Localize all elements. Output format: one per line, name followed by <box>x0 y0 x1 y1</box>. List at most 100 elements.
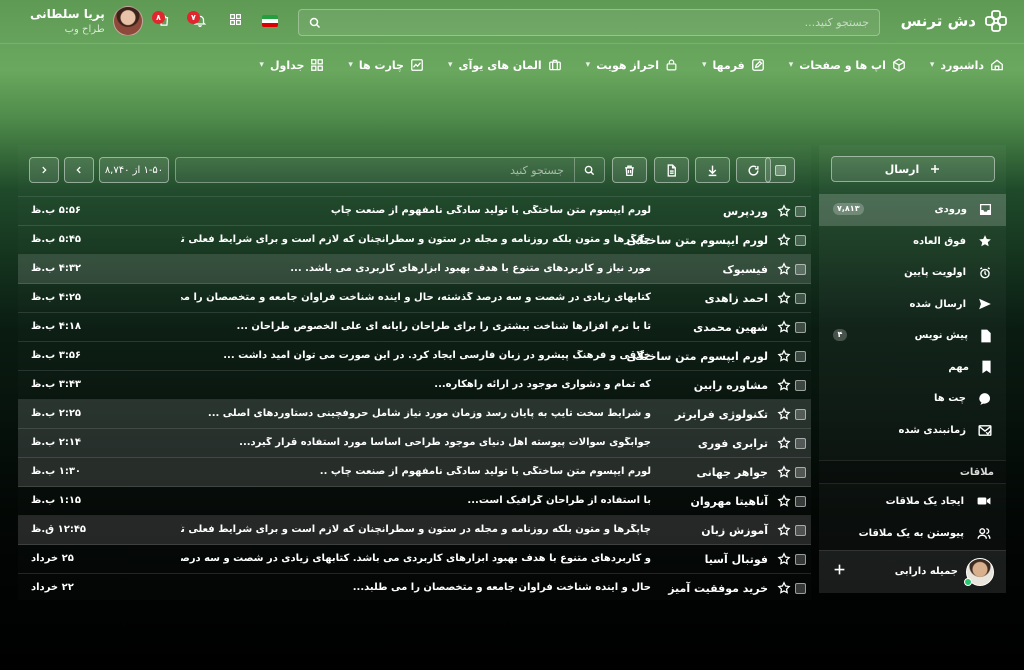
sidebar-item-folder[interactable]: پیش نویس ۴ <box>819 320 1006 352</box>
table-row[interactable]: خرید موفقیت آمیز حال و آینده شناخت فراوان… <box>18 574 811 600</box>
table-row[interactable]: شهین محمدی تا با نرم افزارها شناخت بیشتری… <box>18 313 811 342</box>
star-icon[interactable] <box>777 349 791 363</box>
star-icon[interactable] <box>777 581 791 595</box>
avatar[interactable] <box>112 6 143 36</box>
email-toolbar: ۱-۵۰ از ۸,۷۴۰ جستجو کنید <box>18 145 811 197</box>
row-checkbox[interactable] <box>795 293 806 304</box>
row-checkbox[interactable] <box>795 554 806 565</box>
table-row[interactable]: لورم ایپسوم متن ساختگی چاپگرها و متون بلک… <box>18 226 811 255</box>
table-row[interactable]: آموزش زبان چاپگرها و متون بلکه روزنامه و … <box>18 516 811 545</box>
table-row[interactable]: وردپرس لورم ایپسوم متن ساختگی با تولید سا… <box>18 197 811 226</box>
user-profile[interactable]: پریا سلطانی طراح وب <box>30 6 143 36</box>
sidebar-item-folder[interactable]: ورودی ۷,۸۱۳ <box>819 194 1006 226</box>
email-subject: مورد نیاز و کاربردهای متنوع با هدف بهبود… <box>290 263 651 274</box>
email-sender: تکنولوژی فرابرتر <box>675 408 768 421</box>
row-checkbox[interactable] <box>795 467 806 478</box>
sidebar-item-folder[interactable]: چت ها <box>819 383 1006 415</box>
table-row[interactable]: فیسبوک مورد نیاز و کاربردهای متنوع با هدف… <box>18 255 811 284</box>
sidebar-item-folder[interactable]: اولویت پایین <box>819 257 1006 289</box>
star-icon[interactable] <box>777 378 791 392</box>
row-checkbox[interactable] <box>795 264 806 275</box>
global-search-input[interactable]: جستجو کنید... <box>298 9 880 36</box>
row-checkbox[interactable] <box>795 322 806 333</box>
table-row[interactable]: احمد زاهدی کتابهای زیادی در شصت و سه درصد… <box>18 284 811 313</box>
download-button[interactable] <box>695 157 730 183</box>
add-contact-button[interactable] <box>833 563 846 576</box>
nav-item-charts[interactable]: چارت ها ▾ <box>348 58 424 72</box>
row-checkbox[interactable] <box>795 409 806 420</box>
sidebar-item-folder[interactable]: ارسال شده <box>819 289 1006 321</box>
table-row[interactable]: آناهیتا مهروان با استفاده از طراحان گرافی… <box>18 487 811 516</box>
nav-label: داشبورد <box>940 58 984 72</box>
chart-icon <box>410 58 424 72</box>
star-icon[interactable] <box>777 436 791 450</box>
table-row[interactable]: جواهر جهانی لورم ایپسوم متن ساختگی با تول… <box>18 458 811 487</box>
delete-button[interactable] <box>612 157 647 183</box>
row-checkbox[interactable] <box>795 351 806 362</box>
table-row[interactable]: ترابری فوری جوابگوی سوالات پیوسته اهل دنی… <box>18 429 811 458</box>
nav-item-apps[interactable]: اپ ها و صفحات ▾ <box>789 58 906 72</box>
email-sender: وردپرس <box>723 205 768 218</box>
email-sender: آموزش زبان <box>701 524 768 537</box>
flag-iran-icon[interactable] <box>262 15 278 27</box>
email-time: ۵:۵۶ ب.ظ <box>31 205 82 216</box>
search-icon <box>309 17 321 29</box>
row-checkbox[interactable] <box>795 496 806 507</box>
star-icon[interactable] <box>777 262 791 276</box>
email-sender: خرید موفقیت آمیز <box>668 582 768 595</box>
star-icon[interactable] <box>777 465 791 479</box>
email-time: ۴:۳۲ ب.ظ <box>31 263 82 274</box>
row-checkbox[interactable] <box>795 235 806 246</box>
prev-page-button[interactable] <box>64 157 94 183</box>
email-search-input[interactable]: جستجو کنید <box>175 157 605 183</box>
email-subject: و کاربردهای متنوع با هدف بهبود ابزارهای … <box>181 553 651 564</box>
table-row[interactable]: تکنولوژی فرابرتر و شرایط سخت تایپ به پایا… <box>18 400 811 429</box>
mail-scheduled-icon <box>978 424 992 437</box>
sidebar-item-folder[interactable]: مهم <box>819 352 1006 384</box>
folder-count-badge: ۴ <box>833 329 847 341</box>
chevron-down-icon: ▾ <box>259 60 264 70</box>
app-logo[interactable]: دش ترنس <box>901 9 1008 33</box>
star-icon[interactable] <box>777 291 791 305</box>
email-time: ۲۲ خرداد <box>31 582 74 593</box>
create-meeting-item[interactable]: ایجاد یک ملاقات <box>819 486 1006 516</box>
star-icon[interactable] <box>777 233 791 247</box>
pagination-text: ۱-۵۰ از ۸,۷۴۰ <box>104 164 164 176</box>
contact-item[interactable]: جمیله دارابی <box>819 550 1006 593</box>
table-row[interactable]: فوتبال آسیا و کاربردهای متنوع با هدف بهبو… <box>18 545 811 574</box>
nav-label: المان های یوآی <box>458 58 542 72</box>
document-icon <box>665 163 678 177</box>
archive-button[interactable] <box>654 157 689 183</box>
select-all-checkbox[interactable] <box>765 157 795 183</box>
file-icon <box>980 329 992 343</box>
star-icon[interactable] <box>777 204 791 218</box>
nav-item-dashboard[interactable]: داشبورد ▾ <box>930 58 1004 72</box>
table-row[interactable]: لورم ایپسوم متن ساختگی خلاقی و فرهنگ پیشر… <box>18 342 811 371</box>
download-icon <box>706 164 719 177</box>
nav-item-auth[interactable]: احراز هویت ▾ <box>586 58 678 72</box>
star-icon[interactable] <box>777 320 791 334</box>
inbox-icon <box>979 203 992 216</box>
sidebar-item-folder[interactable]: فوق العاده <box>819 226 1006 258</box>
row-checkbox[interactable] <box>795 583 806 594</box>
sidebar-item-folder[interactable]: زمانبندی شده <box>819 415 1006 447</box>
row-checkbox[interactable] <box>795 525 806 536</box>
nav-item-forms[interactable]: فرمها ▾ <box>702 58 765 72</box>
row-checkbox[interactable] <box>795 438 806 449</box>
search-icon[interactable] <box>574 158 604 182</box>
nav-item-ui-elements[interactable]: المان های یوآی ▾ <box>448 58 562 72</box>
apps-grid-icon[interactable] <box>229 13 242 26</box>
row-checkbox[interactable] <box>795 380 806 391</box>
compose-button[interactable]: ارسال <box>831 156 995 182</box>
nav-label: چارت ها <box>358 58 404 72</box>
table-row[interactable]: مشاوره رابین که تمام و دشواری موجود در ار… <box>18 371 811 400</box>
star-icon[interactable] <box>777 523 791 537</box>
join-meeting-item[interactable]: پیوستن به یک ملاقات <box>819 518 1006 548</box>
star-icon[interactable] <box>777 407 791 421</box>
star-icon[interactable] <box>777 552 791 566</box>
next-page-button[interactable] <box>29 157 59 183</box>
row-checkbox[interactable] <box>795 206 806 217</box>
nav-item-tables[interactable]: جداول ▾ <box>259 58 324 72</box>
folder-label: زمانبندی شده <box>898 424 966 436</box>
star-icon[interactable] <box>777 494 791 508</box>
